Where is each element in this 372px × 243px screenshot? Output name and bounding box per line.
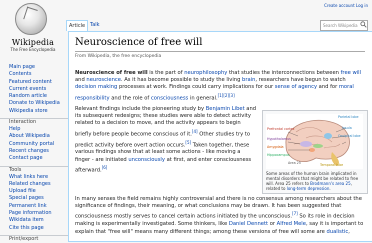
- text: is the part of: [147, 70, 185, 76]
- text: .: [329, 186, 331, 191]
- sidebar-item-help[interactable]: Help: [0, 126, 68, 133]
- brain-figure: Prefrontal cortex Hypothalamus Amygdala …: [262, 110, 368, 194]
- label-hypothalamus: Hypothalamus: [267, 137, 291, 141]
- sidebar-item-community-portal[interactable]: Community portal: [0, 141, 68, 148]
- link-consciousness[interactable]: consciousness: [151, 95, 188, 101]
- search-icon[interactable]: [360, 21, 367, 28]
- sidebar-item-about[interactable]: About Wikipedia: [0, 133, 68, 140]
- puzzle-globe-icon: [15, 3, 47, 35]
- link-free-will[interactable]: free will: [341, 70, 361, 76]
- sidebar-item-main-page[interactable]: Main page: [0, 64, 68, 71]
- sidebar-item-contact-page[interactable]: Contact page: [0, 155, 68, 162]
- link-benjamin-libet[interactable]: Benjamin Libet: [206, 106, 245, 112]
- label-prefrontal-cortex: Prefrontal cortex: [267, 127, 295, 131]
- link-neurophilosophy[interactable]: neurophilosophy: [184, 70, 227, 76]
- sidebar-item-store[interactable]: Wikipedia store: [0, 108, 68, 115]
- title-divider: [75, 51, 365, 52]
- page-title: Neuroscience of free will: [75, 37, 203, 48]
- sidebar-item-current-events[interactable]: Current events: [0, 86, 68, 93]
- figure-caption: Some areas of the human brain implicated…: [266, 171, 364, 191]
- article-subject: Neuroscience of free will: [75, 70, 148, 76]
- label-amygdala: Amygdala: [267, 145, 284, 149]
- article-content: Neuroscience of free will From Wikipedia…: [68, 31, 372, 242]
- label-occipital-lobe: Occipital lobe: [338, 134, 361, 138]
- text: and the role of: [109, 95, 151, 102]
- sidebar-item-wikidata-item[interactable]: Wikidata item: [0, 217, 68, 224]
- link-long-term-depression[interactable]: long-term depression: [287, 186, 330, 191]
- text: in general.: [188, 95, 218, 102]
- sidebar-item-what-links-here[interactable]: What links here: [0, 174, 68, 181]
- text: and for: [317, 84, 339, 91]
- sidebar-heading-tools: Tools: [0, 165, 68, 174]
- text: Relevant findings include the pioneering…: [75, 106, 206, 112]
- label-area-25: Area 25: [288, 161, 301, 165]
- link-brain[interactable]: brain: [242, 77, 255, 83]
- sidebar-item-random-article[interactable]: Random article: [0, 93, 68, 100]
- label-parietal-lobe: Parietal lobe: [338, 115, 359, 119]
- text: , researchers have begun to watch: [255, 77, 346, 84]
- label-insula: Insula: [342, 126, 352, 130]
- logo-wordmark: Wikipedia: [11, 38, 55, 47]
- sidebar-item-upload-file[interactable]: Upload file: [0, 188, 68, 195]
- brain-diagram-image[interactable]: Prefrontal cortex Hypothalamus Amygdala …: [266, 114, 363, 169]
- user-menu[interactable]: Create account Log in: [324, 3, 368, 8]
- text: . As it has become possible to study the…: [120, 77, 243, 84]
- label-temporal-lobe: Temporal lobe: [320, 163, 344, 167]
- sidebar-item-recent-changes[interactable]: Recent changes: [0, 148, 68, 155]
- text: ,: [348, 228, 350, 235]
- controversy-paragraph: In many senses the field remains highly …: [75, 196, 367, 236]
- tab-talk[interactable]: Talk: [88, 20, 102, 30]
- findings-paragraph: Relevant findings include the pioneering…: [75, 106, 257, 175]
- link-sense-of-agency[interactable]: sense of agency: [275, 84, 317, 90]
- sidebar-navigation: Main page Contents Featured content Curr…: [0, 64, 68, 243]
- label-hippocampus: Hippocampus: [267, 153, 290, 157]
- sidebar-item-featured-content[interactable]: Featured content: [0, 79, 68, 86]
- wikipedia-logo[interactable]: Wikipedia The Free Encyclopedia: [0, 0, 66, 62]
- tab-article[interactable]: Article: [66, 20, 89, 31]
- sidebar-heading-interaction: Interaction: [0, 118, 68, 126]
- link-neuroscience[interactable]: neuroscience: [86, 77, 120, 83]
- article-source-note: From Wikipedia, the free encyclopedia: [75, 54, 162, 59]
- link-dualistic[interactable]: dualistic: [327, 229, 349, 235]
- citation-link[interactable]: [6]: [102, 165, 108, 170]
- sidebar-item-cite-this-page[interactable]: Cite this page: [0, 225, 68, 232]
- text: processes at work. Findings could carry …: [117, 84, 275, 91]
- link-unconsciously[interactable]: unconsciously: [128, 157, 165, 163]
- link-alfred-mele[interactable]: Alfred Mele: [277, 221, 306, 227]
- text: that studies the interconnections betwee…: [227, 70, 341, 76]
- logo-tagline: The Free Encyclopedia: [10, 47, 56, 52]
- sidebar-item-permanent-link[interactable]: Permanent link: [0, 203, 68, 210]
- sidebar-heading-print-export: Print/export: [0, 234, 68, 243]
- brain-illustration: [285, 119, 350, 166]
- text: or: [268, 221, 277, 228]
- text: and: [75, 77, 87, 84]
- sidebar-item-donate[interactable]: Donate to Wikipedia: [0, 100, 68, 107]
- link-decision-making[interactable]: decision making: [75, 84, 117, 90]
- citation-link[interactable]: [1][2][3]: [218, 93, 235, 98]
- link-daniel-dennett[interactable]: Daniel Dennett: [229, 221, 268, 227]
- sidebar-item-page-information[interactable]: Page information: [0, 210, 68, 217]
- sidebar-item-contents[interactable]: Contents: [0, 71, 68, 78]
- intro-paragraph: Neuroscience of free will is the part of…: [75, 70, 365, 103]
- sidebar-item-special-pages[interactable]: Special pages: [0, 195, 68, 202]
- sidebar-item-related-changes[interactable]: Related changes: [0, 181, 68, 188]
